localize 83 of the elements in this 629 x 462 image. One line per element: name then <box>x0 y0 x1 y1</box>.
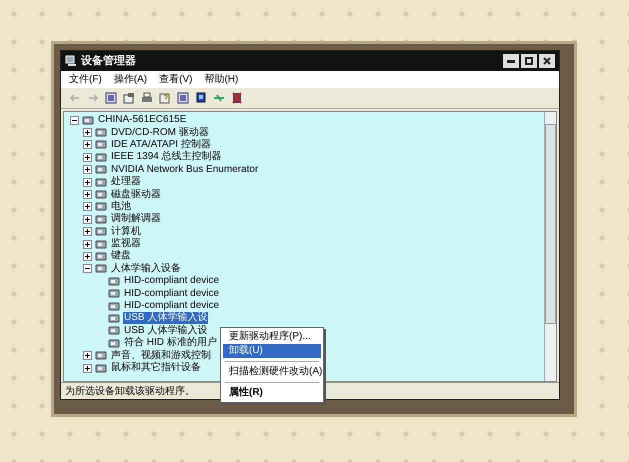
device-icon <box>82 114 94 126</box>
help-icon[interactable] <box>159 92 171 104</box>
tree-item[interactable]: 调制解调器 <box>110 213 162 226</box>
expand-icon[interactable] <box>83 165 92 174</box>
context-menu-item[interactable]: 属性(R) <box>223 386 321 400</box>
remove-device-icon[interactable] <box>231 92 243 104</box>
device-icon <box>108 288 120 300</box>
device-icon <box>95 164 107 176</box>
device-icon <box>108 276 120 287</box>
expand-icon[interactable] <box>83 190 92 200</box>
device-icon <box>95 263 107 274</box>
minimize-button[interactable] <box>503 54 519 68</box>
panel-icon[interactable] <box>177 92 189 104</box>
tree-item[interactable]: 鼠标和其它指针设备 <box>110 362 202 374</box>
device-icon <box>95 238 107 250</box>
maximize-icon <box>525 57 533 65</box>
expand-icon[interactable] <box>83 128 92 138</box>
menu-item[interactable]: 操作(A) <box>114 72 148 87</box>
monitor-icon[interactable] <box>195 92 207 104</box>
tree-item[interactable]: 处理器 <box>110 176 142 188</box>
collapse-icon[interactable] <box>83 264 92 274</box>
expand-icon[interactable] <box>83 364 92 372</box>
tree-item[interactable]: DVD/CD-ROM 驱动器 <box>110 126 210 139</box>
properties-icon[interactable] <box>123 92 135 104</box>
expand-icon[interactable] <box>83 252 92 261</box>
expand-icon[interactable] <box>83 140 92 150</box>
tree-item[interactable]: 监视器 <box>110 238 142 250</box>
collapse-icon[interactable] <box>70 116 79 125</box>
expand-icon[interactable] <box>83 214 92 224</box>
context-menu-item[interactable]: 卸载(U) <box>223 344 321 358</box>
device-icon <box>108 338 120 349</box>
tree-item[interactable]: 声音、视频和游戏控制 <box>110 350 212 362</box>
device-icon <box>95 139 107 150</box>
tree-item[interactable]: USB 人体学输入设 <box>123 312 208 324</box>
device-icon <box>108 325 120 336</box>
computer-icon <box>65 55 77 67</box>
maximize-button[interactable] <box>521 54 537 68</box>
status-text: 为所选设备卸载该驱动程序。 <box>65 384 195 398</box>
device-icon <box>108 300 120 312</box>
tree-item[interactable]: 磁盘驱动器 <box>110 188 162 201</box>
tree-item[interactable]: HID-compliant device <box>123 288 220 300</box>
device-icon <box>95 214 107 225</box>
expand-icon[interactable] <box>83 351 92 360</box>
tree-item[interactable]: CHINA-561EC615E <box>97 114 188 126</box>
tree-item[interactable]: HID-compliant device <box>123 275 220 288</box>
context-menu-item[interactable]: 扫描检测硬件改动(A) <box>223 365 321 379</box>
scrollbar[interactable] <box>544 112 556 381</box>
tree-item[interactable]: NVIDIA Network Bus Enumerator <box>110 164 260 176</box>
context-menu-item[interactable]: 更新驱动程序(P)... <box>223 330 321 344</box>
tree-item[interactable]: 键盘 <box>110 250 132 262</box>
device-icon <box>95 127 107 138</box>
expand-icon[interactable] <box>83 178 92 187</box>
panel-icon[interactable] <box>105 92 117 104</box>
device-icon <box>95 201 107 212</box>
minimize-icon <box>507 60 515 62</box>
device-icon <box>95 189 107 200</box>
expand-icon[interactable] <box>83 152 92 162</box>
tree-item[interactable]: USB 人体学输入设 <box>123 324 208 337</box>
tree-item[interactable]: HID-compliant device <box>123 300 220 312</box>
tree-item[interactable]: IEEE 1394 总线主控制器 <box>110 151 223 164</box>
menu-item[interactable]: 帮助(H) <box>204 72 238 87</box>
device-icon <box>95 176 107 188</box>
tree-item[interactable]: 计算机 <box>110 226 142 238</box>
menu-item[interactable]: 文件(F) <box>69 72 102 87</box>
close-icon <box>543 57 551 65</box>
device-icon <box>95 250 107 262</box>
expand-icon[interactable] <box>83 202 92 212</box>
tree-item[interactable]: 电池 <box>110 200 132 213</box>
tree-item[interactable]: IDE ATA/ATAPI 控制器 <box>110 138 212 151</box>
device-icon <box>95 226 107 238</box>
tree-item[interactable]: 符合 HID 标准的用户 <box>123 337 218 350</box>
window-title: 设备管理器 <box>81 54 136 69</box>
scroll-thumb[interactable] <box>545 124 556 324</box>
device-icon <box>108 312 120 324</box>
expand-icon[interactable] <box>83 240 92 249</box>
device-icon <box>95 350 107 362</box>
device-icon <box>95 362 107 374</box>
device-icon <box>95 152 107 163</box>
printer-icon[interactable] <box>141 92 153 104</box>
menu-item[interactable]: 查看(V) <box>159 72 192 87</box>
expand-icon[interactable] <box>83 227 92 236</box>
tree-item[interactable]: 人体学输入设备 <box>110 262 182 275</box>
close-button[interactable] <box>539 54 555 68</box>
